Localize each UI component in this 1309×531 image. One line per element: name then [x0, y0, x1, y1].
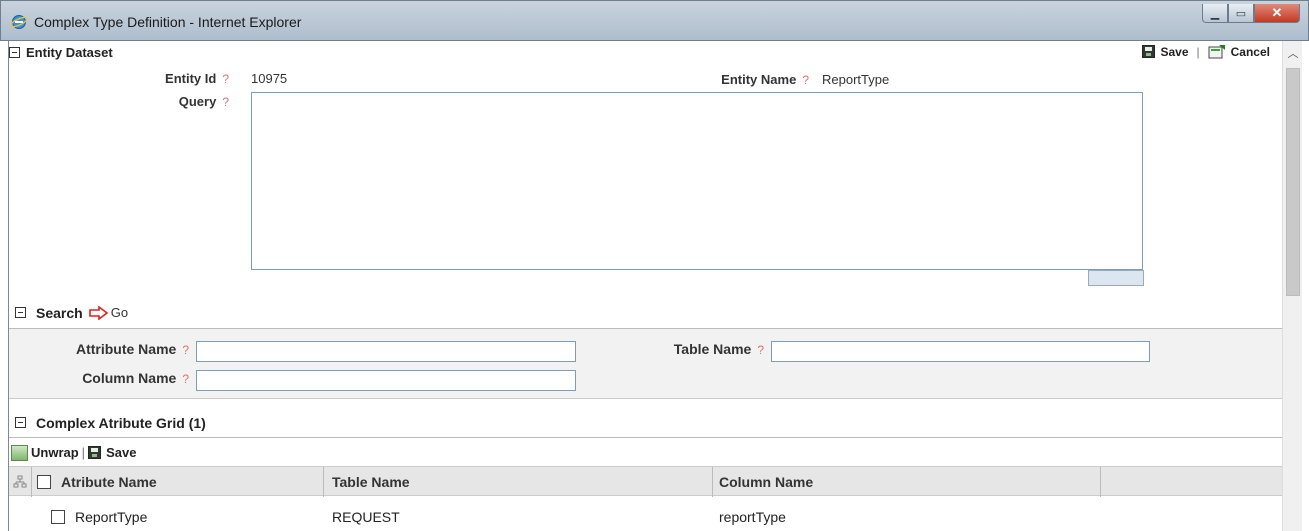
entity-id-label: Entity Id? — [129, 71, 229, 86]
column-header-attribute-name[interactable]: Atribute Name — [61, 467, 157, 497]
window-titlebar: Complex Type Definition - Internet Explo… — [0, 0, 1309, 41]
entity-name-label-text: Entity Name — [721, 72, 797, 87]
grid-count: (1) — [188, 414, 206, 431]
column-divider — [323, 467, 324, 497]
search-panel: Attribute Name? Table Name? Column Name? — [9, 329, 1282, 399]
column-name-label-text: Column Name — [82, 370, 177, 386]
search-header: Search Go — [9, 297, 1282, 329]
grid-title: Complex Atribute Grid (1) — [36, 415, 206, 431]
attribute-name-label: Attribute Name? — [29, 341, 189, 357]
arrow-right-icon — [88, 305, 109, 320]
column-header-column-name[interactable]: Column Name — [719, 467, 813, 497]
query-resize-handle[interactable] — [1088, 270, 1144, 286]
go-label: Go — [110, 305, 129, 320]
checkbox-icon — [37, 475, 51, 489]
checkbox-icon — [51, 510, 65, 524]
toolbar-separator: | — [81, 445, 86, 460]
maximize-icon: ▭ — [1235, 7, 1247, 20]
action-separator: | — [1196, 44, 1200, 59]
scrollbar-thumb[interactable] — [1286, 68, 1300, 296]
help-icon[interactable]: ? — [222, 72, 229, 86]
help-icon[interactable]: ? — [802, 73, 809, 87]
scroll-up-icon[interactable]: ︿ — [1283, 45, 1303, 61]
row-checkbox[interactable] — [51, 510, 65, 527]
grid-toolbar: Unwrap | Save — [9, 439, 1282, 466]
vertical-scrollbar[interactable]: ︿ — [1282, 41, 1302, 531]
window-title: Complex Type Definition - Internet Explo… — [34, 14, 302, 30]
hierarchy-icon[interactable] — [13, 467, 27, 497]
column-divider — [712, 467, 713, 497]
entity-id-value: 10975 — [251, 71, 288, 86]
column-divider — [1100, 467, 1101, 497]
save-icon — [88, 446, 102, 459]
table-name-label: Table Name? — [609, 341, 764, 357]
cancel-button[interactable]: Cancel — [1231, 45, 1270, 59]
collapse-search-icon[interactable] — [15, 307, 26, 318]
table-name-input[interactable] — [771, 341, 1150, 362]
grid-save-button[interactable]: Save — [106, 445, 136, 460]
tree-icon — [13, 475, 27, 488]
unwrap-button[interactable]: Unwrap — [31, 445, 79, 460]
help-icon[interactable]: ? — [182, 372, 189, 386]
maximize-button[interactable]: ▭ — [1228, 4, 1254, 23]
cell-attribute-name: ReportType — [75, 509, 148, 525]
minimize-icon: ▁ — [1210, 7, 1220, 20]
query-textarea[interactable] — [251, 92, 1143, 270]
query-label-text: Query — [178, 94, 217, 109]
search-title: Search — [36, 304, 83, 321]
collapse-grid-icon[interactable] — [15, 417, 26, 428]
go-button[interactable]: Go — [88, 305, 129, 320]
help-icon[interactable]: ? — [222, 95, 229, 109]
column-divider — [31, 467, 32, 497]
save-icon — [1142, 45, 1156, 58]
help-icon[interactable]: ? — [182, 343, 189, 357]
cancel-icon — [1208, 45, 1225, 59]
column-name-input[interactable] — [196, 370, 576, 391]
table-row[interactable]: ReportType REQUEST reportType — [9, 505, 1282, 531]
query-label: Query? — [129, 94, 229, 109]
internet-explorer-icon — [11, 15, 27, 29]
entity-dataset-header: Entity Dataset Save | Cancel — [9, 41, 1282, 63]
entity-id-label-text: Entity Id — [165, 71, 217, 86]
entity-name-label: Entity Name? — [669, 72, 809, 87]
table-name-label-text: Table Name — [673, 341, 752, 357]
grid-title-text: Complex Atribute Grid — [36, 414, 185, 431]
column-header-table-name[interactable]: Table Name — [332, 467, 410, 497]
column-name-label: Column Name? — [29, 370, 189, 386]
close-icon: ✕ — [1271, 5, 1283, 20]
entity-dataset-title: Entity Dataset — [26, 44, 113, 60]
help-icon[interactable]: ? — [757, 343, 764, 357]
window-controls: ▁ ▭ ✕ — [1202, 4, 1300, 24]
minimize-button[interactable]: ▁ — [1202, 4, 1228, 23]
close-button[interactable]: ✕ — [1254, 4, 1300, 23]
collapse-entity-dataset-icon[interactable] — [9, 46, 20, 58]
dialog-content: Entity Dataset Save | Cancel Entity Id? … — [8, 41, 1302, 531]
attribute-name-label-text: Attribute Name — [75, 341, 177, 357]
grid-column-headers: Atribute Name Table Name Column Name — [9, 466, 1282, 497]
attribute-name-input[interactable] — [196, 341, 576, 362]
grid-header: Complex Atribute Grid (1) — [9, 408, 1282, 438]
cell-table-name: REQUEST — [332, 509, 400, 525]
cell-column-name: reportType — [719, 509, 786, 525]
entity-dataset-actions: Save | Cancel — [1142, 44, 1270, 59]
save-button[interactable]: Save — [1160, 45, 1188, 59]
select-all-checkbox[interactable] — [37, 467, 51, 497]
unwrap-icon — [11, 444, 28, 461]
entity-name-value: ReportType — [822, 72, 890, 87]
